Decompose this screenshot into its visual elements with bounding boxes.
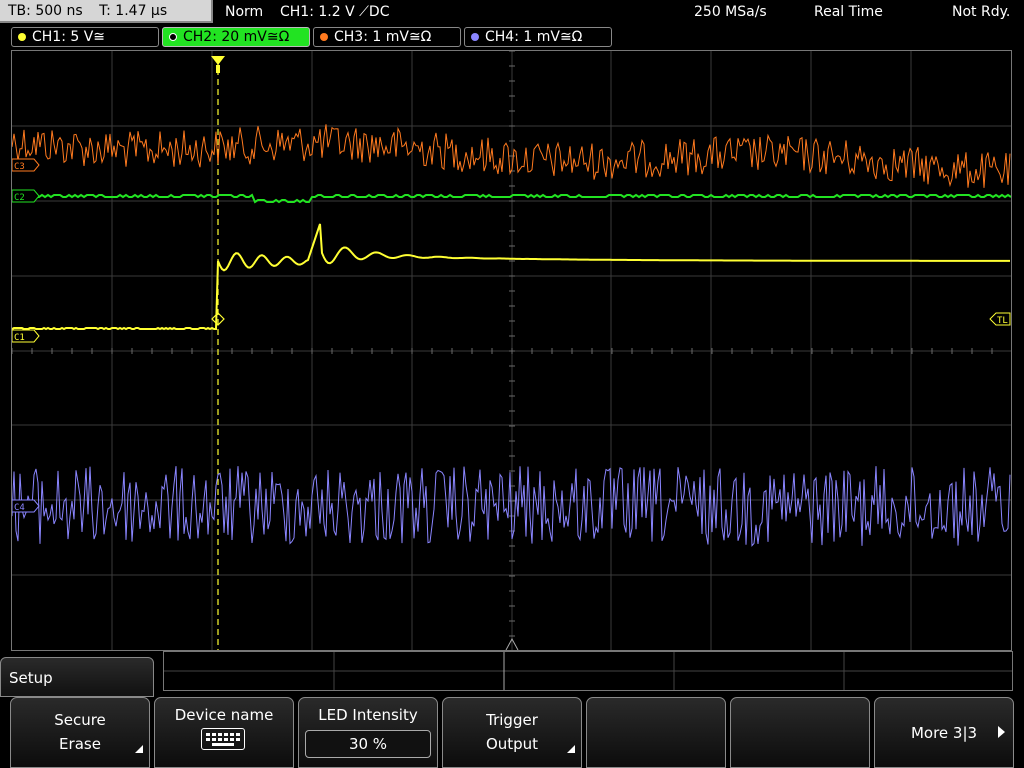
zoom-overview-strip [163,651,1013,691]
trigger-level-label: TL [997,316,1008,326]
empty-softkey-5[interactable] [586,697,726,768]
trigger-time-readout: T: 1.47 µs [99,3,168,19]
status-bar: TB: 500 ns T: 1.47 µs Norm CH1: 1.2 V ⟋D… [0,0,1024,25]
secure-erase-label-1: Secure [54,711,106,729]
ch1-label: CH1: 5 V≅ [32,29,106,45]
channel-tab-ch2[interactable]: CH2: 20 mV≅Ω [162,27,310,47]
submenu-corner-icon [135,745,143,753]
menu-title: Setup [0,657,154,697]
led-intensity-button[interactable]: LED Intensity 30 % [298,697,438,768]
ch3-offset-marker[interactable]: C3 [12,158,40,172]
channel-tab-ch4[interactable]: CH4: 1 mV≅Ω [464,27,612,47]
secure-erase-button[interactable]: Secure Erase [10,697,150,768]
ch4-offset-marker[interactable]: C4 [12,499,40,513]
trigger-output-button[interactable]: Trigger Output [442,697,582,768]
secure-erase-label-2: Erase [59,735,101,753]
ch3-color-dot [320,33,328,41]
trigger-position-icon[interactable] [211,56,225,65]
ch4-color-dot [471,33,479,41]
ch2-offset-marker[interactable]: C2 [12,189,40,203]
trigger-info[interactable]: CH1: 1.2 V ⟋DC [280,0,389,24]
ch3-marker-label: C3 [14,162,25,172]
led-intensity-value: 30 % [305,730,431,758]
trigger-mode[interactable]: Norm [225,0,263,24]
waveform-display[interactable]: C3 C2 C1 C4 TL [11,50,1012,651]
trigger-output-label-2: Output [485,735,539,753]
more-button[interactable]: More 3|3 [874,697,1014,768]
ch2-label: CH2: 20 mV≅Ω [183,29,290,45]
keyboard-icon [201,728,245,750]
trigger-output-label-1: Trigger [486,711,538,729]
timebase-box[interactable]: TB: 500 ns T: 1.47 µs [0,0,213,23]
ch2-color-dot [169,33,177,41]
more-label: More 3|3 [910,724,978,742]
channel-tab-ch3[interactable]: CH3: 1 mV≅Ω [313,27,461,47]
ch2-marker-label: C2 [14,193,25,203]
empty-softkey-6[interactable] [730,697,870,768]
ch4-waveform [12,466,1011,547]
device-name-label: Device name [174,706,274,724]
timebase-readout: TB: 500 ns [8,3,83,19]
sample-rate: 250 MSa/s [694,4,767,20]
trigger-position-stem [216,65,220,73]
submenu-corner-icon [567,745,575,753]
ch4-marker-label: C4 [14,503,25,513]
device-name-button[interactable]: Device name [154,697,294,768]
waveform-canvas: C3 C2 C1 C4 TL [12,51,1011,650]
acquisition-mode: Real Time [814,4,883,20]
ch1-offset-marker[interactable]: C1 [12,329,40,343]
ch1-color-dot [18,33,26,41]
ch3-label: CH3: 1 mV≅Ω [334,29,432,45]
channel-tab-ch1[interactable]: CH1: 5 V≅ [11,27,159,47]
run-status: Not Rdy. [952,4,1011,20]
led-intensity-label: LED Intensity [318,706,418,724]
trigger-level-marker[interactable]: TL [989,312,1011,326]
ch1-marker-label: C1 [14,333,25,343]
next-page-arrow-icon [998,726,1005,738]
ch4-label: CH4: 1 mV≅Ω [485,29,583,45]
